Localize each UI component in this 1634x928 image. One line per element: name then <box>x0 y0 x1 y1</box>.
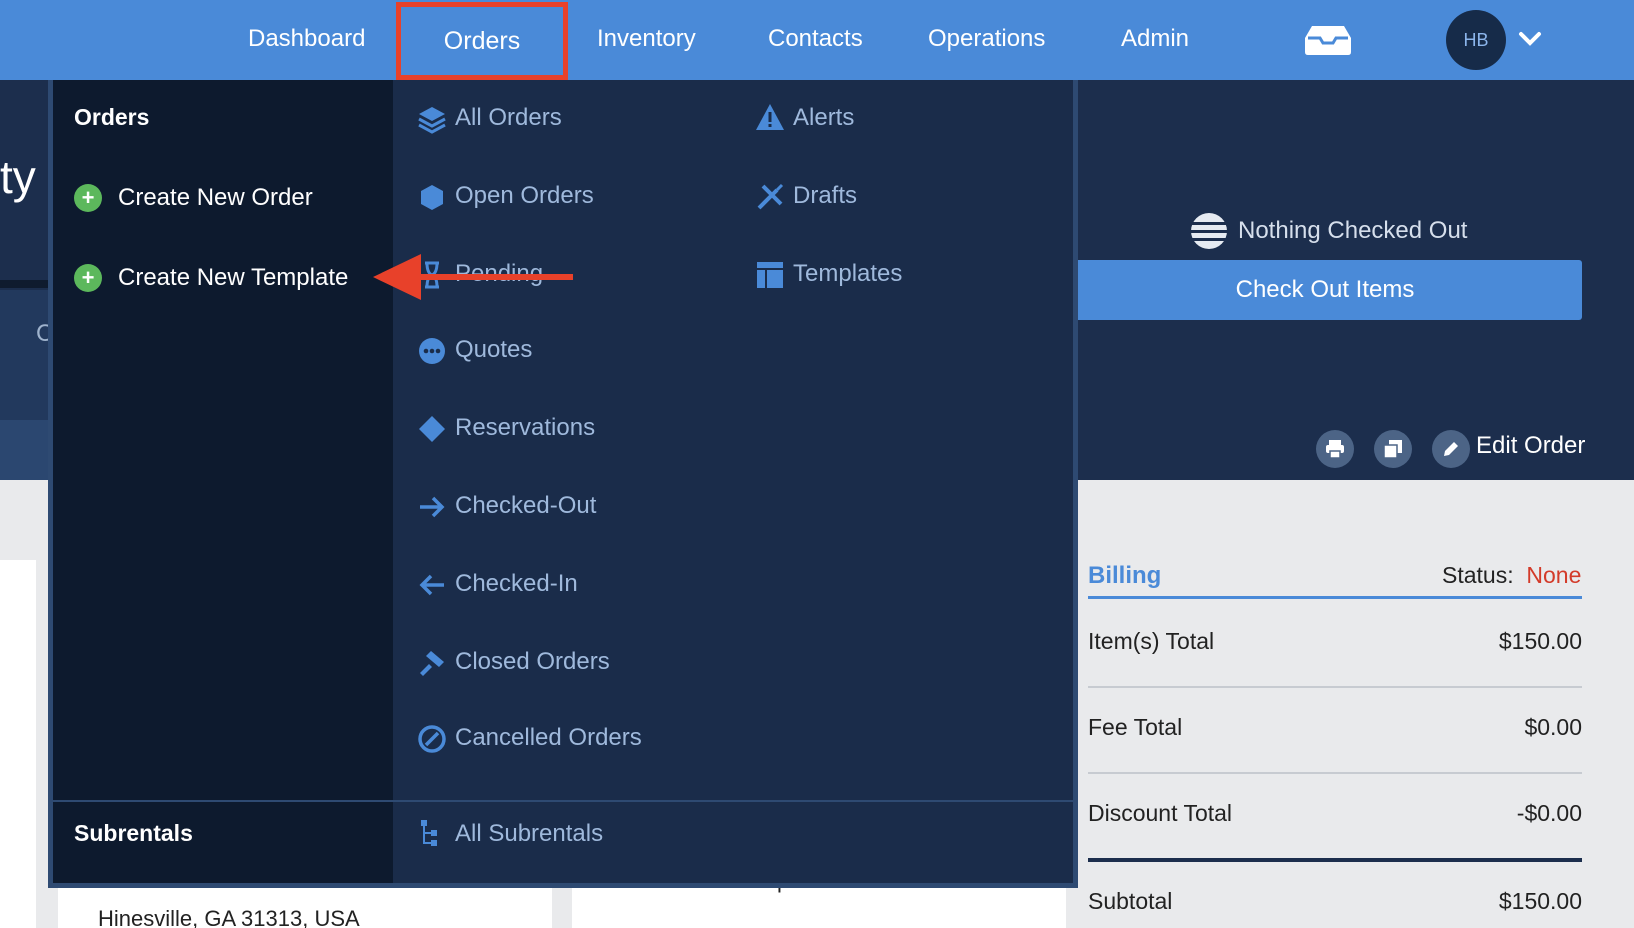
ban-icon <box>418 725 446 753</box>
billing-divider <box>1088 686 1582 688</box>
drafting-tools-icon <box>757 183 784 210</box>
menu-heading-orders: Orders <box>74 104 150 130</box>
copy-icon <box>1383 440 1402 459</box>
billing-row-label: Item(s) Total <box>1088 628 1215 654</box>
duplicate-button[interactable] <box>1374 430 1412 468</box>
menu-item-drafts[interactable]: Drafts <box>793 182 857 210</box>
order-title-fragment: ty <box>0 151 36 203</box>
plus-icon: + <box>74 264 102 292</box>
billing-divider <box>1088 772 1582 774</box>
billing-row-items: Item(s) Total $150.00 <box>1088 628 1582 655</box>
billing-row-value: $150.00 <box>1498 888 1582 914</box>
annotation-arrow-icon <box>373 254 573 300</box>
menu-item-quotes[interactable]: Quotes <box>455 336 532 364</box>
inbox-icon[interactable] <box>1304 24 1352 56</box>
menu-item-checked-out[interactable]: Checked-Out <box>455 492 596 520</box>
billing-row-label: Fee Total <box>1088 714 1183 740</box>
menu-item-all-subrentals[interactable]: All Subrentals <box>455 820 603 848</box>
billing-row-label: Discount Total <box>1088 800 1233 826</box>
orders-mega-menu: Orders + Create New Order + Create New T… <box>48 80 1078 888</box>
ellipsis-icon <box>419 338 445 364</box>
top-nav: Dashboard Orders Inventory Contacts Oper… <box>0 0 1634 80</box>
ticket-icon <box>419 416 445 442</box>
menu-item-templates[interactable]: Templates <box>793 260 902 288</box>
menu-heading-subrentals: Subrentals <box>74 820 193 846</box>
billing-title: Billing <box>1088 562 1162 589</box>
warning-icon <box>756 104 784 130</box>
nav-orders[interactable]: Orders <box>396 2 568 80</box>
left-card <box>0 560 36 928</box>
nav-contacts[interactable]: Contacts <box>768 0 863 80</box>
check-out-items-button[interactable]: Check Out Items <box>1068 260 1582 320</box>
billing-divider-thick <box>1088 858 1582 862</box>
sitemap-icon <box>421 820 437 846</box>
address-line-2: Hinesville, GA 31313, USA <box>98 906 360 928</box>
nav-operations[interactable]: Operations <box>928 0 1045 80</box>
menu-item-cancelled-orders[interactable]: Cancelled Orders <box>455 724 642 752</box>
edit-order-link[interactable]: Edit Order <box>1476 432 1585 460</box>
layers-icon <box>418 107 446 134</box>
printer-icon <box>1326 440 1344 459</box>
nav-inventory[interactable]: Inventory <box>597 0 696 80</box>
gavel-icon <box>420 651 444 676</box>
menu-divider <box>53 800 1078 802</box>
edit-order-icon-button[interactable] <box>1432 430 1470 468</box>
plus-icon: + <box>74 184 102 212</box>
billing-row-discount: Discount Total -$0.00 <box>1088 800 1582 827</box>
arrow-right-icon <box>420 496 445 518</box>
billing-status-value: None <box>1526 562 1582 588</box>
app-screen: ty C Nothing Checked Out Check Out Items… <box>0 0 1634 928</box>
menu-item-all-orders[interactable]: All Orders <box>455 104 562 132</box>
arrow-left-icon <box>419 574 444 596</box>
billing-status-label: Status: <box>1442 562 1514 588</box>
print-button[interactable] <box>1316 430 1354 468</box>
menu-item-closed-orders[interactable]: Closed Orders <box>455 648 610 676</box>
create-new-template[interactable]: Create New Template <box>118 264 348 292</box>
box-open-icon <box>421 185 443 210</box>
billing-row-value: $0.00 <box>1524 714 1582 740</box>
billing-row-fees: Fee Total $0.00 <box>1088 714 1582 741</box>
avatar[interactable]: HB <box>1446 10 1506 70</box>
stack-icon <box>1191 213 1227 249</box>
billing-underline <box>1088 596 1582 599</box>
billing-row-value: -$0.00 <box>1516 800 1582 826</box>
menu-item-reservations[interactable]: Reservations <box>455 414 595 442</box>
nav-admin[interactable]: Admin <box>1121 0 1189 80</box>
nav-dashboard[interactable]: Dashboard <box>248 0 365 80</box>
pencil-icon <box>1444 442 1458 456</box>
menu-item-open-orders[interactable]: Open Orders <box>455 182 594 210</box>
chevron-down-icon[interactable] <box>1518 27 1542 51</box>
checkout-status: Nothing Checked Out <box>1238 217 1468 244</box>
menu-item-alerts[interactable]: Alerts <box>793 104 854 132</box>
menu-item-checked-in[interactable]: Checked-In <box>455 570 578 598</box>
billing-row-label: Subtotal <box>1088 888 1173 914</box>
billing-status: Status: None <box>1442 562 1581 589</box>
table-layout-icon <box>757 262 783 288</box>
billing-row-subtotal: Subtotal $150.00 <box>1088 888 1582 915</box>
create-new-order[interactable]: Create New Order <box>118 184 313 212</box>
billing-row-value: $150.00 <box>1498 628 1582 654</box>
